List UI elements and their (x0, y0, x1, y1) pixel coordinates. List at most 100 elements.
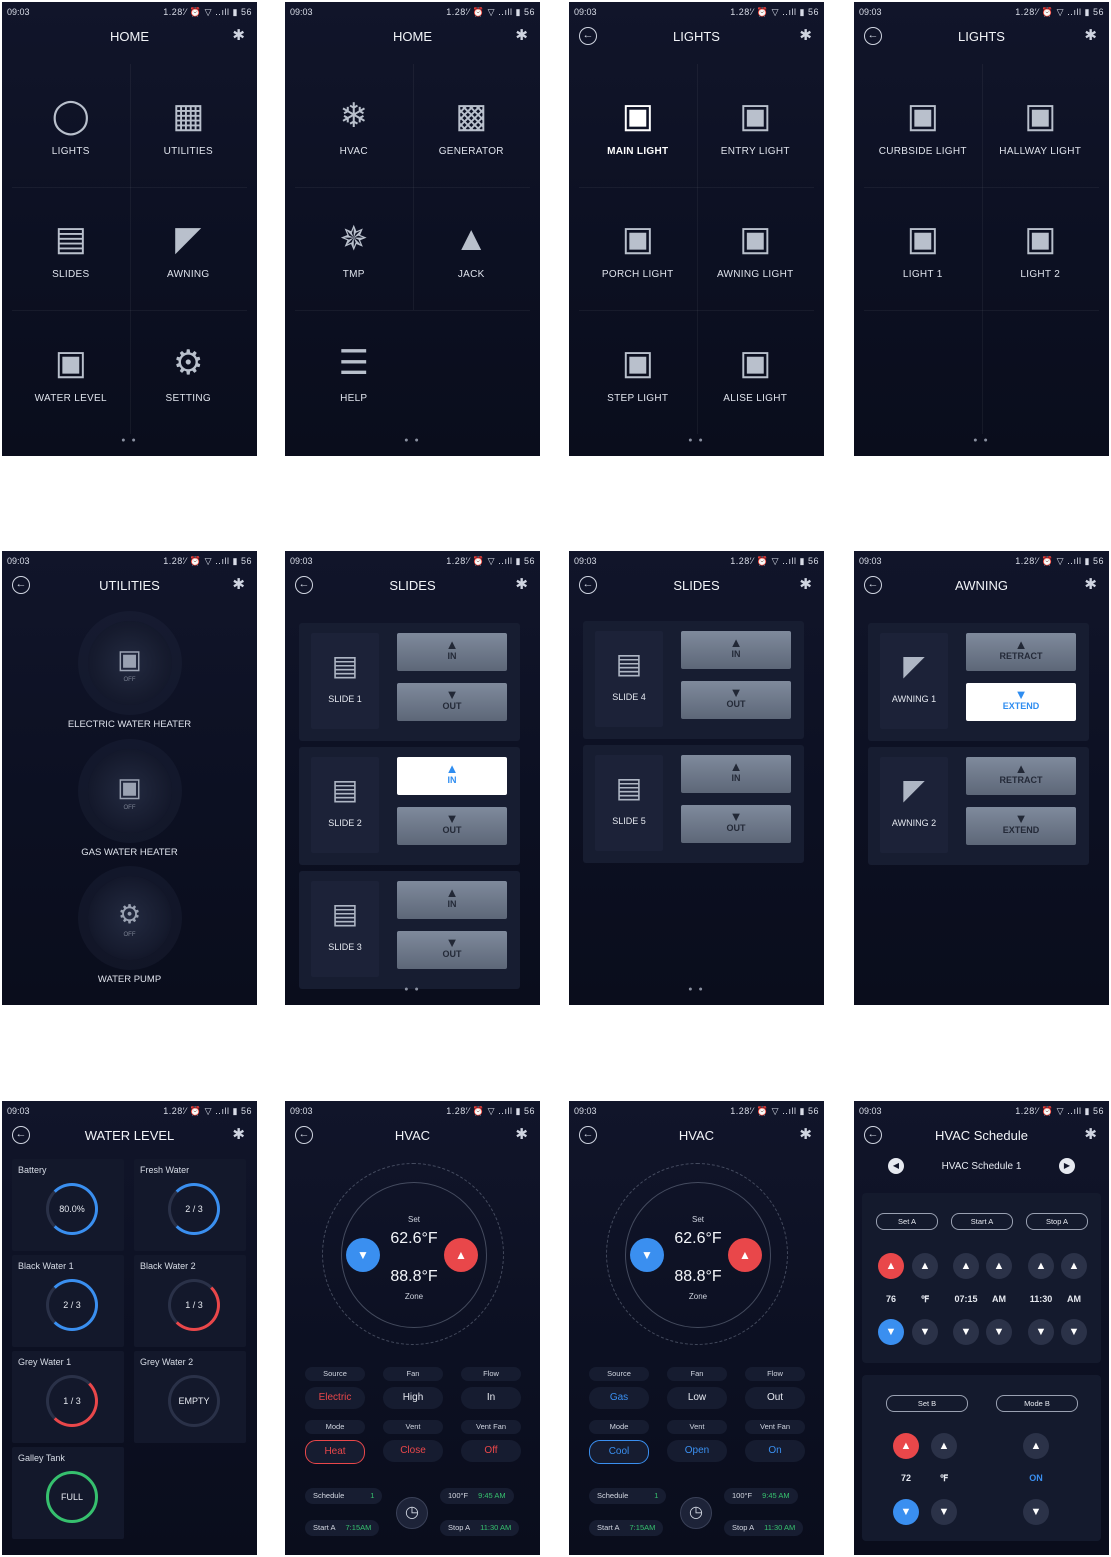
unit-b-up-button[interactable]: ▲ (931, 1433, 957, 1459)
tile-generator[interactable]: ▩ GENERATOR (413, 64, 531, 187)
tile-lights[interactable]: ◯ LIGHTS (12, 64, 130, 187)
electric-water-heater[interactable]: ▣ OFF ELECTRIC WATER HEATER (2, 621, 257, 730)
tile-utilities[interactable]: ▦ UTILITIES (130, 64, 248, 187)
bluetooth-icon[interactable]: ✱ (799, 26, 812, 44)
tile-alise-light[interactable]: ▣ ALISE LIGHT (697, 311, 815, 434)
prev-schedule-button[interactable]: ◀ (888, 1158, 904, 1174)
schedule-number: 1 (370, 1491, 375, 1500)
out-button[interactable]: ▼ OUT (397, 807, 507, 845)
bluetooth-icon[interactable]: ✱ (1084, 1125, 1097, 1143)
bluetooth-icon[interactable]: ✱ (515, 1125, 528, 1143)
tile-water-level[interactable]: ▣ WATER LEVEL (12, 311, 130, 434)
out-button[interactable]: ▼ OUT (397, 683, 507, 721)
bluetooth-icon[interactable]: ✱ (232, 26, 245, 44)
tile-entry-light[interactable]: ▣ ENTRY LIGHT (697, 64, 815, 187)
tile-hallway-light[interactable]: ▣ HALLWAY LIGHT (982, 64, 1100, 187)
tile-curbside-light[interactable]: ▣ CURBSIDE LIGHT (864, 64, 982, 187)
bluetooth-icon[interactable]: ✱ (515, 575, 528, 593)
fan-control[interactable]: Fan Low (667, 1367, 727, 1409)
stop-hour-up-button[interactable]: ▲ (1028, 1253, 1054, 1279)
set-b-up-button[interactable]: ▲ (893, 1433, 919, 1459)
mode-b-down-button[interactable]: ▼ (1023, 1499, 1049, 1525)
tile-tmp[interactable]: ✵ TMP (295, 187, 413, 310)
out-button[interactable]: ▼ OUT (681, 805, 791, 843)
stop-ampm-up-button[interactable]: ▲ (1061, 1253, 1087, 1279)
start-hour-up-button[interactable]: ▲ (953, 1253, 979, 1279)
tile-label: PORCH LIGHT (601, 269, 674, 281)
start-hour-down-button[interactable]: ▼ (953, 1319, 979, 1345)
extend-button[interactable]: ▼ EXTEND (966, 683, 1076, 721)
tile-awning[interactable]: ◤ AWNING (130, 187, 248, 310)
heater-toggle[interactable]: ▣ OFF (87, 749, 172, 833)
extend-button[interactable]: ▼ EXTEND (966, 807, 1076, 845)
mode-control[interactable]: Mode Heat (305, 1420, 365, 1464)
vent-fan-control[interactable]: Vent Fan Off (461, 1420, 521, 1462)
in-button[interactable]: ▲ IN (681, 755, 791, 793)
gas-water-heater[interactable]: ▣ OFF GAS WATER HEATER (2, 749, 257, 858)
in-button[interactable]: ▲ IN (397, 881, 507, 919)
unit-down-button[interactable]: ▼ (912, 1319, 938, 1345)
next-schedule-button[interactable]: ▶ (1059, 1158, 1075, 1174)
vent-control[interactable]: Vent Open (667, 1420, 727, 1462)
set-b-button[interactable]: Set B (886, 1395, 968, 1412)
bluetooth-icon[interactable]: ✱ (232, 1125, 245, 1143)
set-a-button[interactable]: Set A (876, 1213, 938, 1230)
pump-toggle[interactable]: ⚙ OFF (87, 876, 172, 960)
vent-fan-control[interactable]: Vent Fan On (745, 1420, 805, 1462)
start-ampm-down-button[interactable]: ▼ (986, 1319, 1012, 1345)
tile-slides[interactable]: ▤ SLIDES (12, 187, 130, 310)
schedule-pill[interactable]: Schedule 1 (589, 1488, 667, 1504)
set-a-down-button[interactable]: ▼ (878, 1319, 904, 1345)
out-button[interactable]: ▼ OUT (397, 931, 507, 969)
mode-b-button[interactable]: Mode B (996, 1395, 1078, 1412)
flow-control[interactable]: Flow In (461, 1367, 521, 1409)
heater-toggle[interactable]: ▣ OFF (87, 621, 172, 705)
temp-down-button[interactable]: ▼ (346, 1238, 380, 1272)
stop-a-button[interactable]: Stop A (1026, 1213, 1088, 1230)
tile-light-1[interactable]: ▣ LIGHT 1 (864, 187, 982, 310)
mode-control[interactable]: Mode Cool (589, 1420, 649, 1464)
unit-up-button[interactable]: ▲ (912, 1253, 938, 1279)
water-pump[interactable]: ⚙ OFF WATER PUMP (2, 876, 257, 985)
mode-b-up-button[interactable]: ▲ (1023, 1433, 1049, 1459)
tile-porch-light[interactable]: ▣ PORCH LIGHT (579, 187, 697, 310)
bluetooth-icon[interactable]: ✱ (799, 575, 812, 593)
stop-hour-down-button[interactable]: ▼ (1028, 1319, 1054, 1345)
set-b-down-button[interactable]: ▼ (893, 1499, 919, 1525)
retract-button[interactable]: ▲ RETRACT (966, 757, 1076, 795)
retract-button[interactable]: ▲ RETRACT (966, 633, 1076, 671)
source-control[interactable]: Source Gas (589, 1367, 649, 1409)
source-control[interactable]: Source Electric (305, 1367, 365, 1409)
clock-icon[interactable]: ◷ (680, 1497, 712, 1529)
temp-down-button[interactable]: ▼ (630, 1238, 664, 1272)
in-button[interactable]: ▲ IN (397, 757, 507, 795)
schedule-pill[interactable]: Schedule 1 (305, 1488, 383, 1504)
stop-ampm-down-button[interactable]: ▼ (1061, 1319, 1087, 1345)
tile-light-2[interactable]: ▣ LIGHT 2 (982, 187, 1100, 310)
bluetooth-icon[interactable]: ✱ (799, 1125, 812, 1143)
tile-jack[interactable]: ▲ JACK (413, 187, 531, 310)
tile-help[interactable]: ☰ HELP (295, 311, 413, 434)
out-button[interactable]: ▼ OUT (681, 681, 791, 719)
tile-step-light[interactable]: ▣ STEP LIGHT (579, 311, 697, 434)
vent-control[interactable]: Vent Close (383, 1420, 443, 1462)
unit-b-down-button[interactable]: ▼ (931, 1499, 957, 1525)
bluetooth-icon[interactable]: ✱ (1084, 26, 1097, 44)
bluetooth-icon[interactable]: ✱ (1084, 575, 1097, 593)
tile-awning-light[interactable]: ▣ AWNING LIGHT (697, 187, 815, 310)
in-button[interactable]: ▲ IN (681, 631, 791, 669)
start-a-button[interactable]: Start A (951, 1213, 1013, 1230)
set-a-up-button[interactable]: ▲ (878, 1253, 904, 1279)
tile-hvac[interactable]: ❄ HVAC (295, 64, 413, 187)
fan-control[interactable]: Fan High (383, 1367, 443, 1409)
tile-main-light[interactable]: ▣ MAIN LIGHT (579, 64, 697, 187)
clock-icon[interactable]: ◷ (396, 1497, 428, 1529)
bluetooth-icon[interactable]: ✱ (232, 575, 245, 593)
start-ampm-up-button[interactable]: ▲ (986, 1253, 1012, 1279)
bluetooth-icon[interactable]: ✱ (515, 26, 528, 44)
tile-setting[interactable]: ⚙ SETTING (130, 311, 248, 434)
in-button[interactable]: ▲ IN (397, 633, 507, 671)
temp-up-button[interactable]: ▲ (444, 1238, 478, 1272)
flow-control[interactable]: Flow Out (745, 1367, 805, 1409)
temp-up-button[interactable]: ▲ (728, 1238, 762, 1272)
